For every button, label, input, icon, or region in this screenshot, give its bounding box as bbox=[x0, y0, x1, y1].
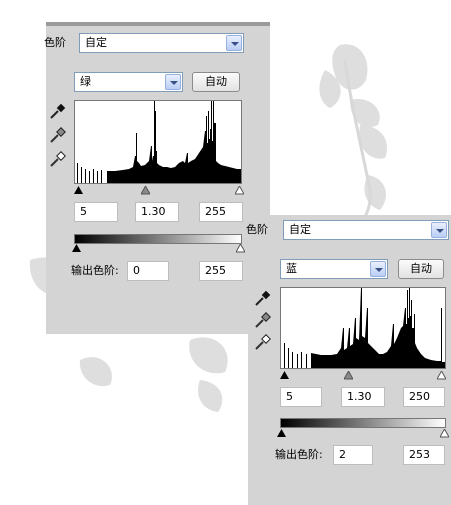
eyedropper-black-icon[interactable] bbox=[49, 102, 67, 120]
output-gradient-bar bbox=[280, 418, 446, 428]
eyedropper-white-icon[interactable] bbox=[254, 333, 272, 351]
levels-label: 色阶 bbox=[246, 223, 268, 236]
channel-select-value: 绿 bbox=[80, 75, 91, 88]
preset-select-value: 自定 bbox=[289, 223, 311, 236]
output-black-field[interactable]: 2 bbox=[333, 445, 373, 465]
input-white-slider[interactable] bbox=[437, 371, 446, 380]
auto-button[interactable]: 自动 bbox=[398, 259, 444, 279]
output-white-field[interactable]: 253 bbox=[403, 445, 445, 465]
eyedropper-gray-icon[interactable] bbox=[254, 311, 272, 329]
output-white-slider[interactable] bbox=[236, 244, 245, 253]
chevron-down-icon[interactable] bbox=[165, 74, 181, 90]
channel-select[interactable]: 蓝 bbox=[280, 259, 388, 279]
preset-select-value: 自定 bbox=[85, 36, 107, 49]
input-white-slider[interactable] bbox=[235, 186, 244, 195]
preset-select[interactable]: 自定 bbox=[283, 220, 449, 240]
input-black-field[interactable]: 5 bbox=[74, 202, 118, 222]
output-white-field[interactable]: 255 bbox=[199, 261, 243, 281]
eyedropper-gray-icon[interactable] bbox=[49, 126, 67, 144]
levels-panel-blue: 色阶 自定 蓝 自动 5 1.30 250 输出色阶: 2 253 bbox=[246, 215, 451, 505]
input-gamma-field[interactable]: 1.30 bbox=[135, 202, 179, 222]
eyedropper-white-icon[interactable] bbox=[49, 150, 67, 168]
input-white-field[interactable]: 255 bbox=[199, 202, 243, 222]
levels-label: 色阶 bbox=[44, 36, 66, 49]
input-black-slider[interactable] bbox=[280, 371, 289, 380]
input-gamma-slider[interactable] bbox=[141, 186, 150, 195]
preset-select[interactable]: 自定 bbox=[79, 33, 244, 53]
channel-select-value: 蓝 bbox=[286, 262, 297, 275]
chevron-down-icon[interactable] bbox=[431, 222, 447, 238]
output-gradient-bar bbox=[74, 234, 242, 244]
input-gamma-field[interactable]: 1.30 bbox=[341, 387, 385, 407]
channel-select[interactable]: 绿 bbox=[74, 72, 183, 92]
input-black-slider[interactable] bbox=[74, 186, 83, 195]
eyedropper-black-icon[interactable] bbox=[254, 289, 272, 307]
input-white-field[interactable]: 250 bbox=[403, 387, 445, 407]
output-black-field[interactable]: 0 bbox=[127, 261, 169, 281]
levels-panel-green: 色阶 自定 绿 自动 5 1.30 255 输出色阶: 0 255 bbox=[44, 22, 270, 334]
input-gamma-slider[interactable] bbox=[344, 371, 353, 380]
histogram bbox=[74, 100, 242, 184]
chevron-down-icon[interactable] bbox=[370, 261, 386, 277]
histogram bbox=[280, 287, 446, 369]
output-levels-label: 输出色阶: bbox=[275, 448, 323, 461]
output-white-slider[interactable] bbox=[440, 429, 449, 438]
input-black-field[interactable]: 5 bbox=[280, 387, 322, 407]
output-black-slider[interactable] bbox=[277, 429, 286, 438]
output-levels-label: 输出色阶: bbox=[71, 264, 119, 277]
chevron-down-icon[interactable] bbox=[226, 35, 242, 51]
output-black-slider[interactable] bbox=[72, 244, 81, 253]
auto-button[interactable]: 自动 bbox=[192, 72, 240, 92]
